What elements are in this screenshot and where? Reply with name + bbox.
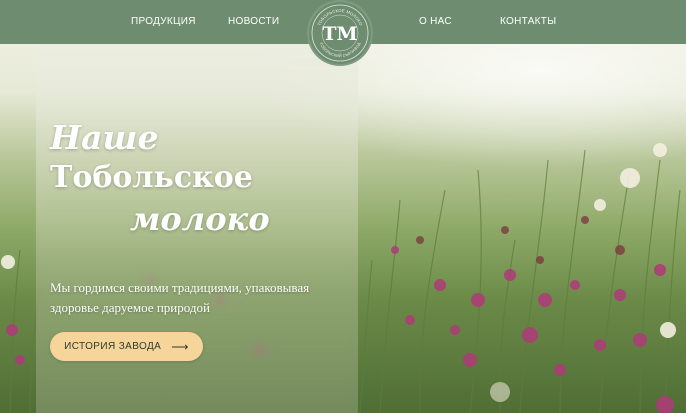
headline-line-3: молоко (130, 200, 270, 238)
nav-link-news[interactable]: НОВОСТИ (228, 16, 279, 27)
headline-line-1: Наше (50, 118, 159, 157)
nav-link-contacts[interactable]: КОНТАКТЫ (500, 16, 556, 27)
headline-line-2: Тобольское (50, 160, 253, 195)
logo-letters: ТМ (322, 23, 357, 45)
logo-emblem: ТОБОЛЬСКОЕ МОЛОКО ТОБОЛЬСКИЙ СЫРЗАВОД ТМ (311, 4, 369, 62)
arrow-right-icon: ⟶ (171, 339, 189, 354)
hero-subtitle: Мы гордимся своими традициями, упаковыва… (50, 280, 310, 315)
nav-link-products[interactable]: ПРОДУКЦИЯ (131, 16, 196, 27)
nav-link-about[interactable]: О НАС (419, 16, 452, 27)
cta-label: ИСТОРИЯ ЗАВОДА (64, 341, 162, 352)
brand-logo[interactable]: ТОБОЛЬСКОЕ МОЛОКО ТОБОЛЬСКИЙ СЫРЗАВОД ТМ (309, 2, 371, 64)
factory-history-button[interactable]: ИСТОРИЯ ЗАВОДА ⟶ (50, 332, 203, 361)
